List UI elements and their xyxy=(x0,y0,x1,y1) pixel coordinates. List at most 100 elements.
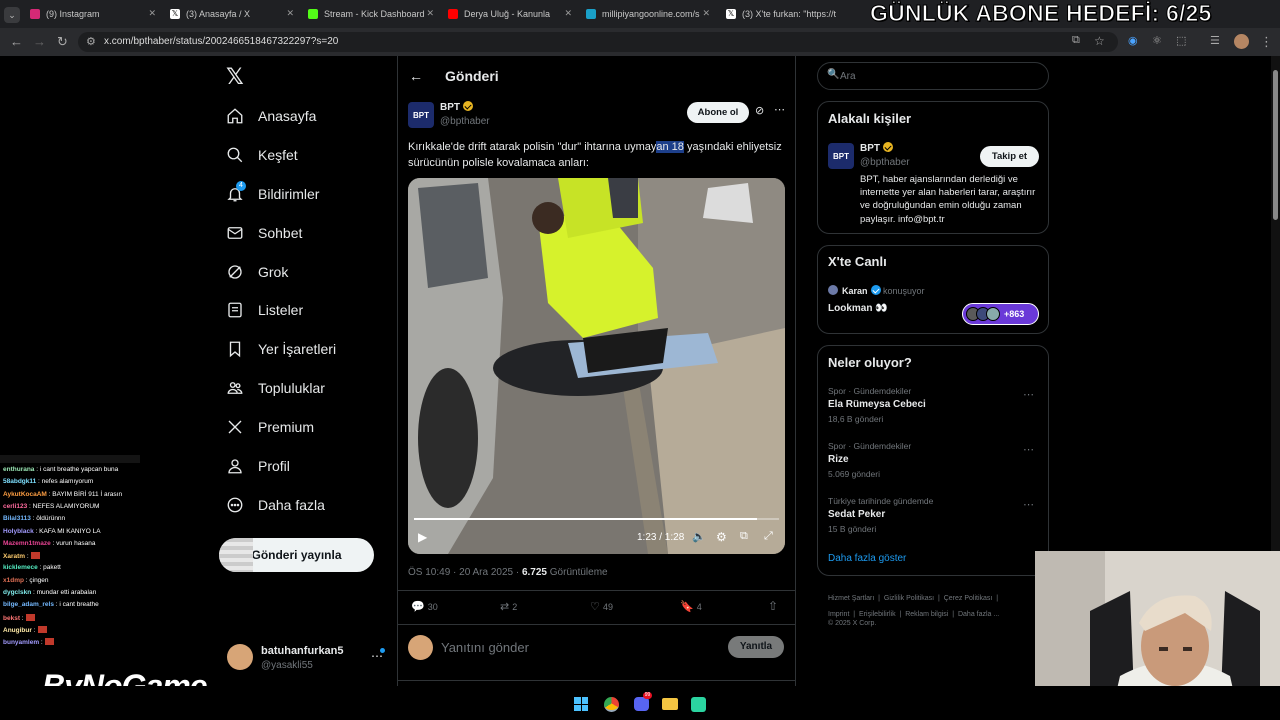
nav-communities[interactable]: Topluluklar xyxy=(226,373,325,403)
play-icon[interactable]: ▶ xyxy=(418,530,427,544)
close-tab-icon[interactable]: ✕ xyxy=(426,8,434,19)
post-more-icon[interactable]: ⋯ xyxy=(774,103,785,116)
profile-icon xyxy=(228,459,242,474)
reply-input[interactable]: Yanıtını gönder xyxy=(441,640,529,655)
fullscreen-icon[interactable]: ⤢ xyxy=(764,530,773,543)
x-logo-icon[interactable]: 𝕏 xyxy=(226,64,244,90)
nav-premium[interactable]: Premium xyxy=(226,412,314,442)
nav-home[interactable]: Anasayfa xyxy=(226,101,316,131)
chat-username: bekst xyxy=(3,614,20,622)
install-icon[interactable]: ⧉ xyxy=(1072,34,1080,47)
nav-grok[interactable]: Grok xyxy=(226,257,288,287)
chat-text: : nefes alamıyorum xyxy=(36,478,94,486)
app-icon[interactable] xyxy=(691,697,706,712)
emote-icon xyxy=(30,552,40,560)
reload-icon[interactable]: ↻ xyxy=(57,34,68,50)
bookmark-star-icon[interactable]: ☆ xyxy=(1094,34,1105,48)
repost-icon: ⇄ xyxy=(500,601,510,613)
nav-profile[interactable]: Profil xyxy=(226,451,290,481)
verified-gold-icon xyxy=(463,101,473,111)
extension-icon[interactable]: ⚛ xyxy=(1152,34,1162,47)
reply-action[interactable]: 💬 30 xyxy=(411,600,438,613)
tab-menu-button[interactable]: ⌄ xyxy=(4,5,22,25)
live-host[interactable]: Karan konuşuyor xyxy=(842,285,925,296)
repost-action[interactable]: ⇄ 2 xyxy=(500,600,517,613)
chat-username: AykutKocaAM xyxy=(3,490,47,498)
extension-icon[interactable]: ◉ xyxy=(1128,34,1138,47)
site-info-icon[interactable]: ⚙ xyxy=(86,35,96,48)
chat-username: x1dmp xyxy=(3,576,24,584)
browser-tab[interactable]: (9) Instagram ✕ xyxy=(30,4,160,24)
kick-icon xyxy=(308,9,318,19)
subscribe-button[interactable]: Abone ol xyxy=(687,102,749,123)
discord-icon[interactable] xyxy=(634,697,649,711)
chat-username: Anugibur xyxy=(3,626,32,634)
browser-menu-icon[interactable]: ⋮ xyxy=(1260,34,1273,50)
grok-explain-icon[interactable]: ⊘ xyxy=(755,104,764,117)
text-selection: an 18 xyxy=(656,141,684,153)
forward-icon[interactable]: → xyxy=(33,34,46,49)
nav-more[interactable]: Daha fazla xyxy=(226,490,325,520)
page-title: Gönderi xyxy=(445,68,499,84)
trend-item[interactable]: Spor · Gündemdekiler Rize 5.069 gönderi … xyxy=(818,438,1048,490)
profile-avatar[interactable] xyxy=(1234,34,1249,49)
browser-tab[interactable]: Stream - Kick Dashboard ✕ xyxy=(308,4,438,24)
show-more-link[interactable]: Daha fazla göster xyxy=(828,553,906,564)
browser-tab[interactable]: 𝕏 (3) Anasayfa / X ✕ xyxy=(170,4,298,24)
back-icon[interactable]: ← xyxy=(10,34,23,49)
space-listeners-pill[interactable]: +863 xyxy=(962,303,1039,325)
like-action[interactable]: ♡ 49 xyxy=(590,600,613,613)
author-avatar[interactable]: BPT xyxy=(408,102,434,128)
heart-icon: ♡ xyxy=(590,601,600,613)
nav-messages[interactable]: Sohbet xyxy=(226,218,302,248)
related-avatar[interactable]: BPT xyxy=(828,143,854,169)
account-name[interactable]: batuhanfurkan5 xyxy=(261,645,344,657)
settings-icon[interactable]: ⚙ xyxy=(716,530,727,544)
trend-more-icon[interactable]: ⋯ xyxy=(1023,443,1034,456)
close-tab-icon[interactable]: ✕ xyxy=(702,8,710,19)
reading-list-icon[interactable]: ☰ xyxy=(1210,34,1220,47)
nav-explore[interactable]: Keşfet xyxy=(226,140,298,170)
author-name-row[interactable]: BPT xyxy=(440,101,473,113)
video-player[interactable]: ▶ 1:23 / 1:28 🔈 ⚙ ⧉ ⤢ xyxy=(408,178,785,554)
nav-lists[interactable]: Listeler xyxy=(226,295,303,325)
trend-item[interactable]: Spor · Gündemdekiler Ela Rümeysa Cebeci … xyxy=(818,383,1048,435)
trend-more-icon[interactable]: ⋯ xyxy=(1023,388,1034,401)
post-button-overlay-strip xyxy=(219,538,253,572)
share-icon[interactable]: ⇧ xyxy=(768,599,778,613)
browser-tab[interactable]: Derya Uluğ - Kanunla ✕ xyxy=(448,4,576,24)
back-arrow-icon[interactable]: ← xyxy=(409,68,423,84)
chrome-icon[interactable] xyxy=(604,697,619,712)
scrollbar-thumb[interactable] xyxy=(1273,70,1278,220)
account-avatar[interactable] xyxy=(227,644,253,670)
verified-blue-icon xyxy=(870,285,881,295)
nav-notifications[interactable]: Bildirimler 4 xyxy=(226,179,319,209)
chat-username: bilge_adam_rels xyxy=(3,601,54,609)
nav-bookmarks[interactable]: Yer İşaretleri xyxy=(226,334,336,364)
browser-tab[interactable]: millipiyangoonline.com/s ✕ xyxy=(586,4,714,24)
search-input[interactable]: 🔍 Ara xyxy=(817,62,1049,90)
search-icon xyxy=(227,147,243,163)
chat-message: Anugibur : xyxy=(3,625,47,634)
follow-button[interactable]: Takip et xyxy=(980,146,1039,167)
volume-icon[interactable]: 🔈 xyxy=(692,530,706,543)
windows-start-icon[interactable] xyxy=(574,697,588,711)
related-name[interactable]: BPT xyxy=(860,142,893,154)
space-title[interactable]: Lookman 👀 xyxy=(828,303,888,314)
trend-item[interactable]: Türkiye tarihinde gündemde Sedat Peker 1… xyxy=(818,493,1048,545)
browser-address-bar: ← → ↻ ⚙ x.com/bpthaber/status/2002466518… xyxy=(0,28,1280,56)
video-time: 1:23 / 1:28 xyxy=(637,532,685,543)
url-text[interactable]: x.com/bpthaber/status/200246651846732229… xyxy=(104,36,338,47)
file-explorer-icon[interactable] xyxy=(662,698,678,710)
extensions-puzzle-icon[interactable]: ⬚ xyxy=(1176,34,1186,47)
account-handle: @yasakli55 xyxy=(261,660,313,671)
chat-username: bunyamlem xyxy=(3,639,40,647)
picture-in-picture-icon[interactable]: ⧉ xyxy=(740,530,748,543)
browser-tab[interactable]: 𝕏 (3) X'te furkan: "https://t xyxy=(726,4,856,24)
close-tab-icon[interactable]: ✕ xyxy=(564,8,572,19)
trend-more-icon[interactable]: ⋯ xyxy=(1023,498,1034,511)
reply-button[interactable]: Yanıtla xyxy=(728,636,784,658)
close-tab-icon[interactable]: ✕ xyxy=(286,8,294,19)
close-tab-icon[interactable]: ✕ xyxy=(148,8,156,19)
bookmark-action[interactable]: 🔖 4 xyxy=(680,600,702,613)
